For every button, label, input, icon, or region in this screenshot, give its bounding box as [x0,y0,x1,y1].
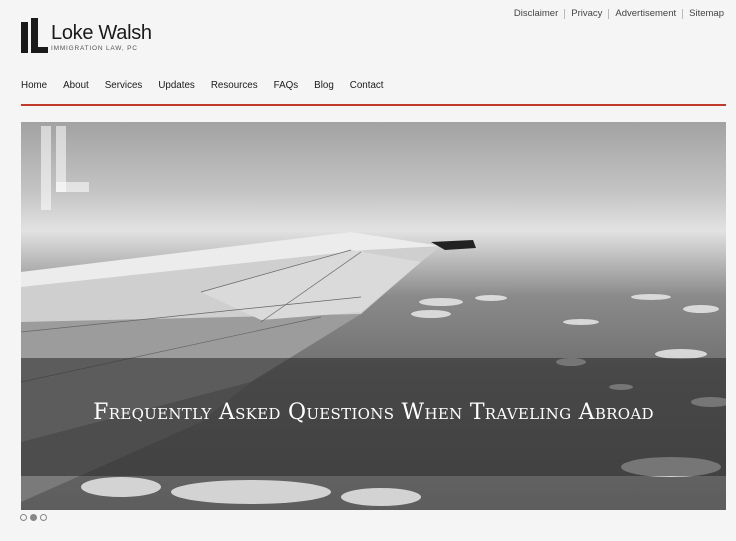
nav-blog[interactable]: Blog [314,80,334,91]
hero-caption[interactable]: Frequently Asked Questions When Travelin… [21,400,726,425]
privacy-link[interactable]: Privacy [565,8,608,19]
nav-updates[interactable]: Updates [158,80,195,91]
sitemap-link[interactable]: Sitemap [683,8,724,19]
utility-links: Disclaimer Privacy Advertisement Sitemap [508,8,724,19]
nav-resources[interactable]: Resources [211,80,258,91]
nav-divider [21,104,726,106]
slider-dot[interactable] [40,514,47,521]
disclaimer-link[interactable]: Disclaimer [508,8,564,19]
nav-contact[interactable]: Contact [350,80,384,91]
logo-watermark-icon [41,126,89,210]
slider-dot[interactable] [20,514,27,521]
hero-slide[interactable]: Frequently Asked Questions When Travelin… [21,122,726,510]
logo-mark-icon [21,18,48,53]
advertisement-link[interactable]: Advertisement [609,8,682,19]
main-nav: Home About Services Updates Resources FA… [21,80,400,91]
logo-subtitle: IMMIGRATION LAW, PC [51,45,138,52]
nav-services[interactable]: Services [105,80,143,91]
nav-home[interactable]: Home [21,80,47,91]
logo-name: Loke Walsh [51,22,152,44]
slider-dot-active[interactable] [30,514,37,521]
slider-dots [20,514,50,521]
nav-faqs[interactable]: FAQs [274,80,299,91]
site-logo[interactable]: Loke Walsh IMMIGRATION LAW, PC [21,18,152,53]
nav-about[interactable]: About [63,80,89,91]
